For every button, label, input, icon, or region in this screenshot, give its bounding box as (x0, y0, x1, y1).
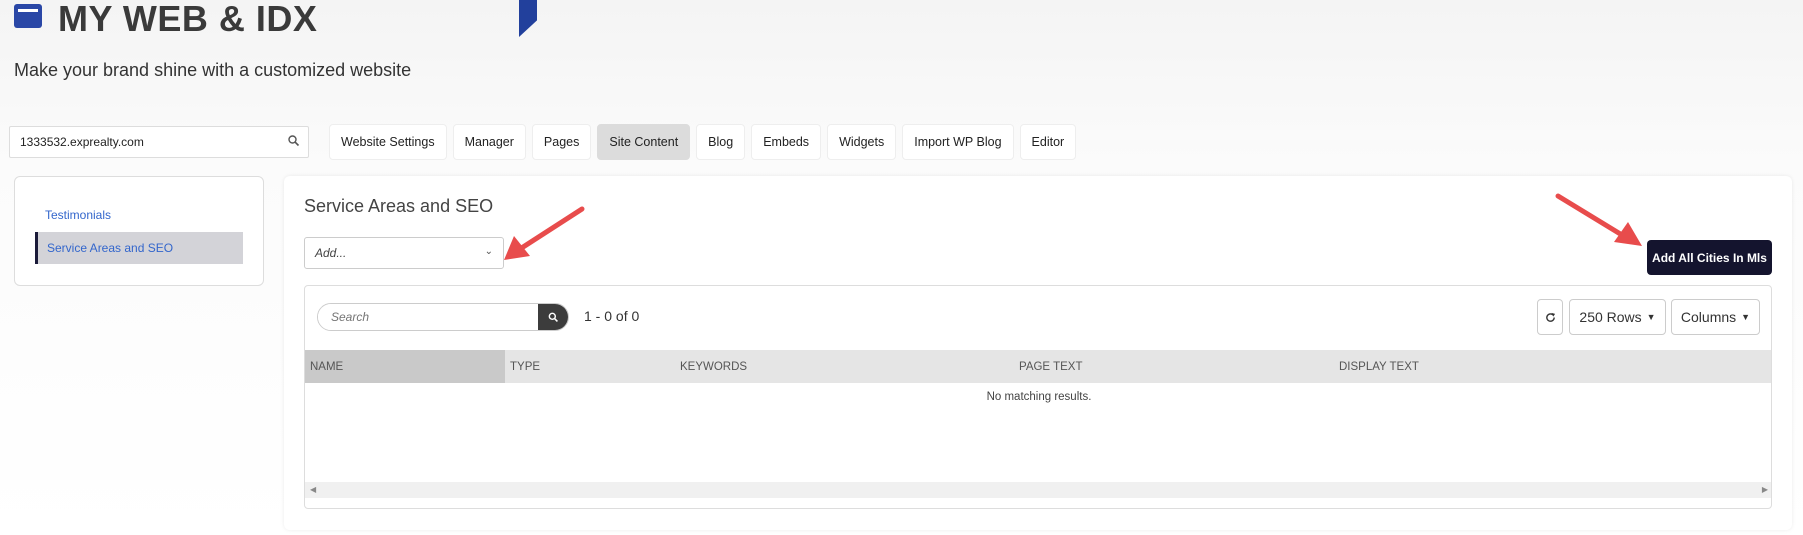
add-dropdown-value: Add... (315, 246, 347, 260)
sidebar-item-testimonials[interactable]: Testimonials (35, 199, 243, 231)
add-all-cities-button[interactable]: Add All Cities In Mls (1647, 240, 1772, 275)
column-header-page-text[interactable]: PAGE TEXT (1019, 350, 1082, 383)
scroll-left-icon[interactable]: ◀ (310, 485, 316, 494)
rows-per-page-dropdown[interactable]: 250 Rows ▼ (1569, 299, 1666, 335)
refresh-icon (1545, 312, 1555, 322)
tab-import-wp-blog[interactable]: Import WP Blog (902, 124, 1014, 160)
horizontal-scrollbar[interactable]: ◀ ▶ (305, 482, 1771, 498)
tab-widgets[interactable]: Widgets (827, 124, 897, 160)
caret-down-icon: ▼ (1741, 312, 1751, 322)
tab-manager[interactable]: Manager (452, 124, 526, 160)
column-header-display-text[interactable]: DISPLAY TEXT (1339, 350, 1419, 383)
tab-pages[interactable]: Pages (531, 124, 592, 160)
tab-embeds[interactable]: Embeds (751, 124, 822, 160)
browser-window-icon (14, 4, 42, 28)
search-button[interactable] (538, 304, 568, 330)
result-count: 1 - 0 of 0 (584, 308, 640, 324)
scroll-right-icon[interactable]: ▶ (1762, 485, 1768, 494)
search-icon (548, 312, 558, 322)
tab-website-settings[interactable]: Website Settings (329, 124, 447, 160)
refresh-button[interactable] (1537, 299, 1563, 335)
search-icon[interactable] (287, 134, 301, 148)
column-header-name[interactable]: NAME (305, 350, 505, 383)
table-search-input[interactable] (318, 304, 542, 330)
section-title: Service Areas and SEO (304, 196, 494, 216)
page-subtitle: Make your brand shine with a customized … (14, 60, 412, 80)
sidebar-item-service-areas[interactable]: Service Areas and SEO (35, 232, 243, 264)
domain-selector[interactable]: 1333532.exprealty.com (9, 126, 309, 158)
main-panel: Service Areas and SEO Add... ⌄ Add All C… (284, 176, 1792, 530)
tab-editor[interactable]: Editor (1019, 124, 1077, 160)
sidebar: Testimonials Service Areas and SEO (14, 176, 264, 286)
add-dropdown[interactable]: Add... ⌄ (304, 237, 504, 269)
content-tabs: Website Settings Manager Pages Site Cont… (329, 124, 1077, 160)
rows-per-page-label: 250 Rows (1579, 309, 1642, 325)
tab-blog[interactable]: Blog (696, 124, 746, 160)
table-search (317, 303, 569, 331)
caret-down-icon: ▼ (1646, 312, 1656, 322)
data-table: 1 - 0 of 0 250 Rows ▼ Columns ▼ NAME TYPE … (304, 285, 1772, 509)
page-title: MY WEB & IDX (58, 0, 318, 39)
column-header-type[interactable]: TYPE (510, 350, 540, 383)
table-header: NAME TYPE KEYWORDS PAGE TEXT DISPLAY TEX… (305, 350, 1771, 383)
empty-message: No matching results. (986, 391, 1092, 403)
columns-label: Columns (1680, 309, 1737, 325)
columns-dropdown[interactable]: Columns ▼ (1671, 299, 1760, 335)
chevron-down-icon: ⌄ (484, 246, 493, 257)
tab-site-content[interactable]: Site Content (597, 124, 691, 160)
column-header-keywords[interactable]: KEYWORDS (680, 350, 747, 383)
